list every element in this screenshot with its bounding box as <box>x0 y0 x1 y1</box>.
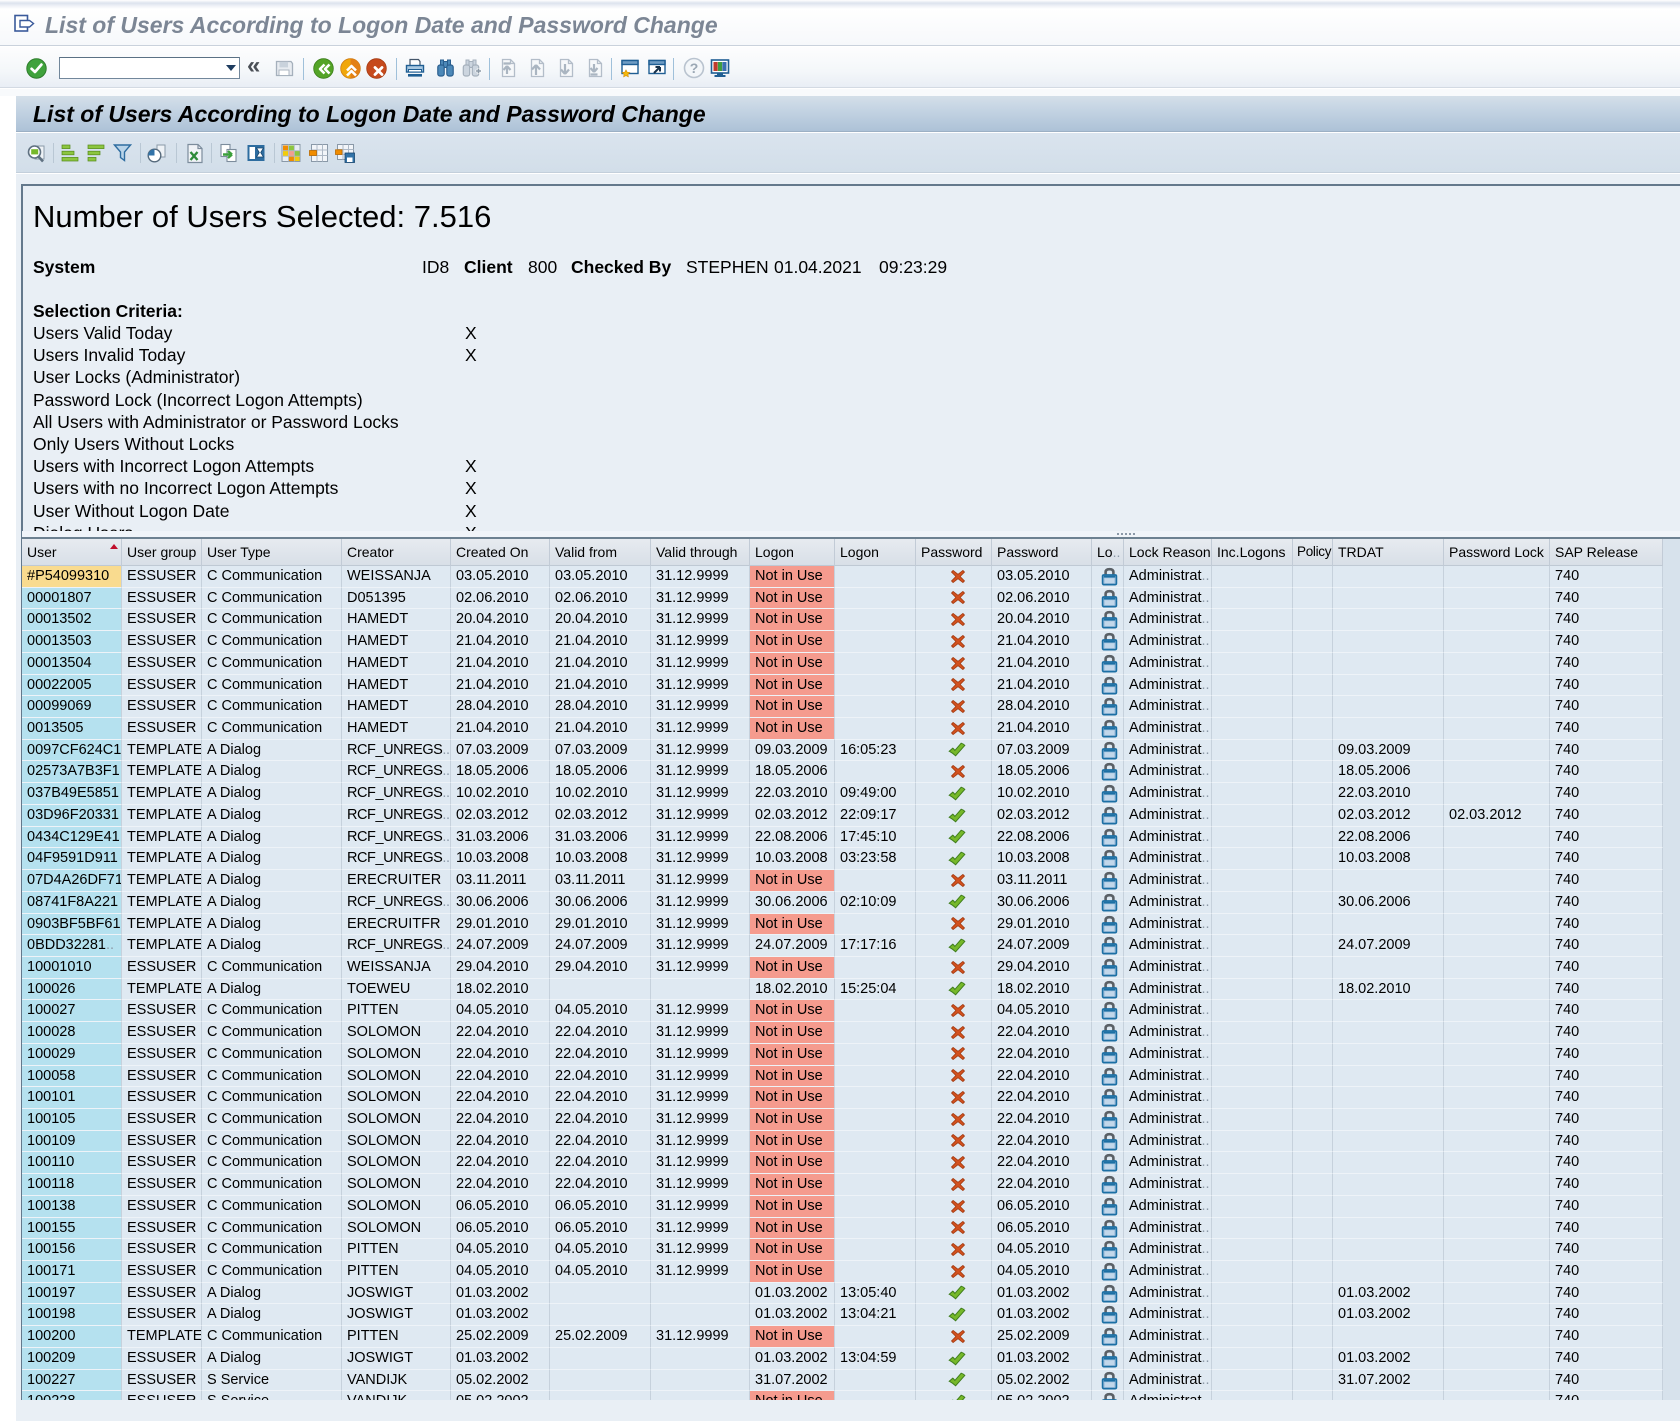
svg-text:?: ? <box>690 60 699 76</box>
